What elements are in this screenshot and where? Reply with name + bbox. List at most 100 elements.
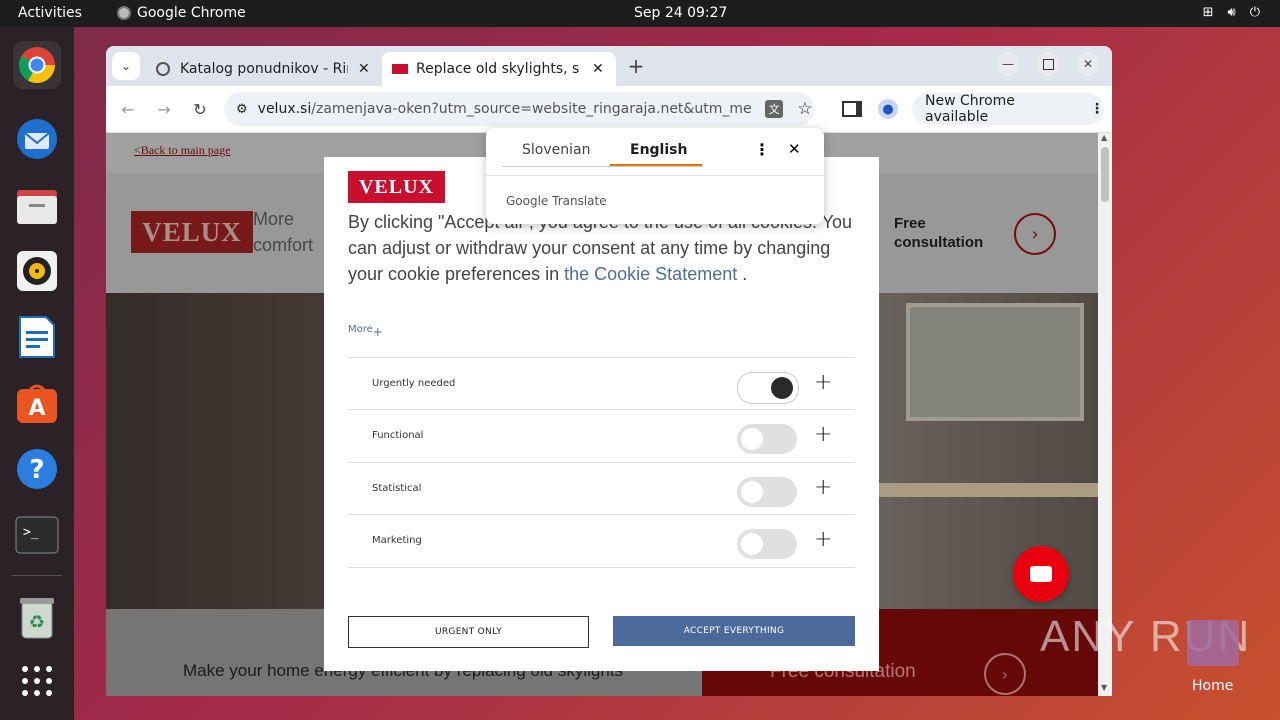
reload-button[interactable]: ↻ — [186, 95, 214, 123]
arrow-left-icon: ← — [121, 99, 135, 119]
expand-plus-icon[interactable]: + — [814, 370, 832, 395]
more-label: More — [348, 324, 373, 335]
tab-underline — [502, 166, 702, 167]
volume-icon: 🔊︎ — [1227, 5, 1236, 20]
cookie-consent-dialog: VELUX By clicking "Accept all", you agre… — [324, 157, 879, 671]
velux-favicon-icon — [392, 64, 408, 74]
cookie-toggle-functional[interactable] — [737, 424, 797, 454]
app-menu[interactable]: Google Chrome — [117, 5, 246, 21]
home-desktop-icon[interactable]: Home — [1184, 620, 1242, 700]
plus-icon: + — [627, 54, 645, 78]
chat-button[interactable] — [1013, 546, 1069, 602]
trash-icon[interactable]: ♻ — [13, 594, 61, 642]
scroll-down-icon[interactable]: ▼ — [1101, 683, 1107, 692]
cookie-velux-logo: VELUX — [348, 171, 445, 203]
svg-text:?: ? — [29, 455, 44, 485]
rhythmbox-icon[interactable] — [13, 247, 61, 295]
system-tray[interactable]: ⊞ 🔊︎ ⏻ — [1203, 5, 1260, 20]
cookie-category-label: Functional — [372, 430, 424, 441]
window-close-button[interactable]: ✕ — [1076, 52, 1100, 76]
cookie-category-label: Statistical — [372, 483, 422, 494]
site-settings-icon[interactable]: ⚙ — [236, 102, 248, 117]
more-vert-icon: ⋮ — [1090, 101, 1104, 117]
minimize-button[interactable]: — — [996, 52, 1020, 76]
files-icon[interactable] — [13, 182, 61, 230]
cookie-statement-link[interactable]: the Cookie Statement — [564, 264, 737, 284]
toggle-knob — [771, 377, 793, 399]
close-icon: ✕ — [1082, 57, 1094, 71]
thunderbird-icon[interactable] — [13, 115, 61, 163]
scroll-up-icon[interactable]: ▲ — [1101, 133, 1107, 142]
top-bar: Activities Google Chrome Sep 24 09:27 ⊞ … — [0, 0, 1280, 27]
reload-icon: ↻ — [193, 99, 207, 119]
update-chrome-button[interactable]: New Chrome available ⋮ — [912, 93, 1104, 125]
maximize-button[interactable] — [1036, 52, 1060, 76]
translate-target-tab[interactable]: English — [630, 142, 687, 158]
forward-button[interactable]: → — [150, 95, 178, 123]
profile-button[interactable]: ● — [874, 95, 902, 123]
arrow-right-icon: → — [157, 99, 171, 119]
tab-replace-skylights[interactable]: Replace old skylights, sa ✕ — [382, 52, 616, 86]
cookie-toggle-urgent[interactable] — [737, 372, 799, 404]
avatar: ● — [878, 99, 898, 119]
google-translate-brand: Google Translate — [506, 194, 607, 208]
chevron-down-icon: ⌄ — [120, 59, 132, 73]
expand-plus-icon[interactable]: + — [814, 422, 832, 447]
close-icon[interactable]: ✕ — [788, 140, 801, 158]
update-label: New Chrome available — [925, 93, 1015, 125]
address-bar[interactable]: ⚙ velux.si /zamenjava-oken?utm_source=we… — [224, 92, 814, 126]
urgent-only-button[interactable]: URGENT ONLY — [348, 616, 589, 648]
tab-strip: ⌄ Katalog ponudnikov - Rin ✕ Replace old… — [106, 46, 1112, 86]
toggle-knob — [741, 533, 763, 555]
network-icon: ⊞ — [1202, 5, 1214, 20]
close-icon[interactable]: ✕ — [358, 61, 370, 77]
app-name: Google Chrome — [137, 5, 246, 21]
home-label: Home — [1192, 678, 1234, 694]
cookie-toggle-statistical[interactable] — [737, 477, 797, 507]
toggle-knob — [741, 428, 763, 450]
power-icon: ⏻ — [1249, 5, 1260, 20]
translate-source-tab[interactable]: Slovenian — [522, 142, 590, 158]
apps-grid-icon[interactable] — [13, 657, 61, 705]
tab-katalog[interactable]: Katalog ponudnikov - Rin ✕ — [150, 52, 376, 86]
app-center-icon[interactable]: A — [13, 379, 61, 427]
tab-title: Replace old skylights, sa — [416, 61, 580, 77]
toggle-knob — [741, 481, 763, 503]
side-panel-button[interactable] — [838, 95, 866, 123]
scroll-thumb[interactable] — [1101, 147, 1109, 202]
accept-everything-button[interactable]: ACCEPT EVERYTHING — [613, 616, 855, 646]
back-button[interactable]: ← — [114, 95, 142, 123]
new-tab-button[interactable]: + — [622, 52, 650, 80]
expand-plus-icon[interactable]: + — [814, 527, 832, 552]
translate-divider — [486, 175, 824, 176]
cookie-row-statistical: Statistical + — [348, 462, 855, 515]
expand-plus-icon[interactable]: + — [814, 475, 832, 500]
more-toggle[interactable]: More+ — [348, 321, 383, 339]
cookie-row-functional: Functional + — [348, 409, 855, 462]
tab-search-button[interactable]: ⌄ — [112, 52, 140, 80]
writer-icon[interactable] — [13, 313, 61, 361]
globe-icon — [156, 62, 170, 76]
url-host: velux.si — [257, 101, 312, 117]
chrome-icon[interactable] — [13, 41, 61, 89]
maximize-icon — [1042, 58, 1054, 70]
bookmark-star-icon[interactable]: ☆ — [797, 99, 812, 119]
translate-icon[interactable]: 文 — [765, 100, 784, 118]
minimize-icon: — — [1002, 57, 1014, 71]
close-icon[interactable]: ✕ — [592, 61, 604, 77]
terminal-icon[interactable]: >_ — [13, 511, 61, 559]
cookie-row-urgent: Urgently needed + — [348, 357, 855, 410]
activities-button[interactable]: Activities — [18, 5, 82, 21]
help-icon[interactable]: ? — [13, 445, 61, 493]
more-vert-icon[interactable]: ⋮ — [754, 140, 770, 159]
chrome-small-icon — [117, 6, 131, 20]
clock[interactable]: Sep 24 09:27 — [634, 5, 727, 21]
cookie-category-label: Marketing — [372, 535, 422, 546]
svg-text:♻: ♻ — [29, 612, 45, 633]
active-tab-indicator — [610, 164, 702, 166]
svg-text:A: A — [28, 396, 45, 421]
cookie-row-marketing: Marketing + — [348, 514, 855, 568]
svg-text:>_: >_ — [23, 525, 39, 540]
cookie-toggle-marketing[interactable] — [737, 529, 797, 559]
cookie-intro-end: . — [737, 264, 748, 284]
